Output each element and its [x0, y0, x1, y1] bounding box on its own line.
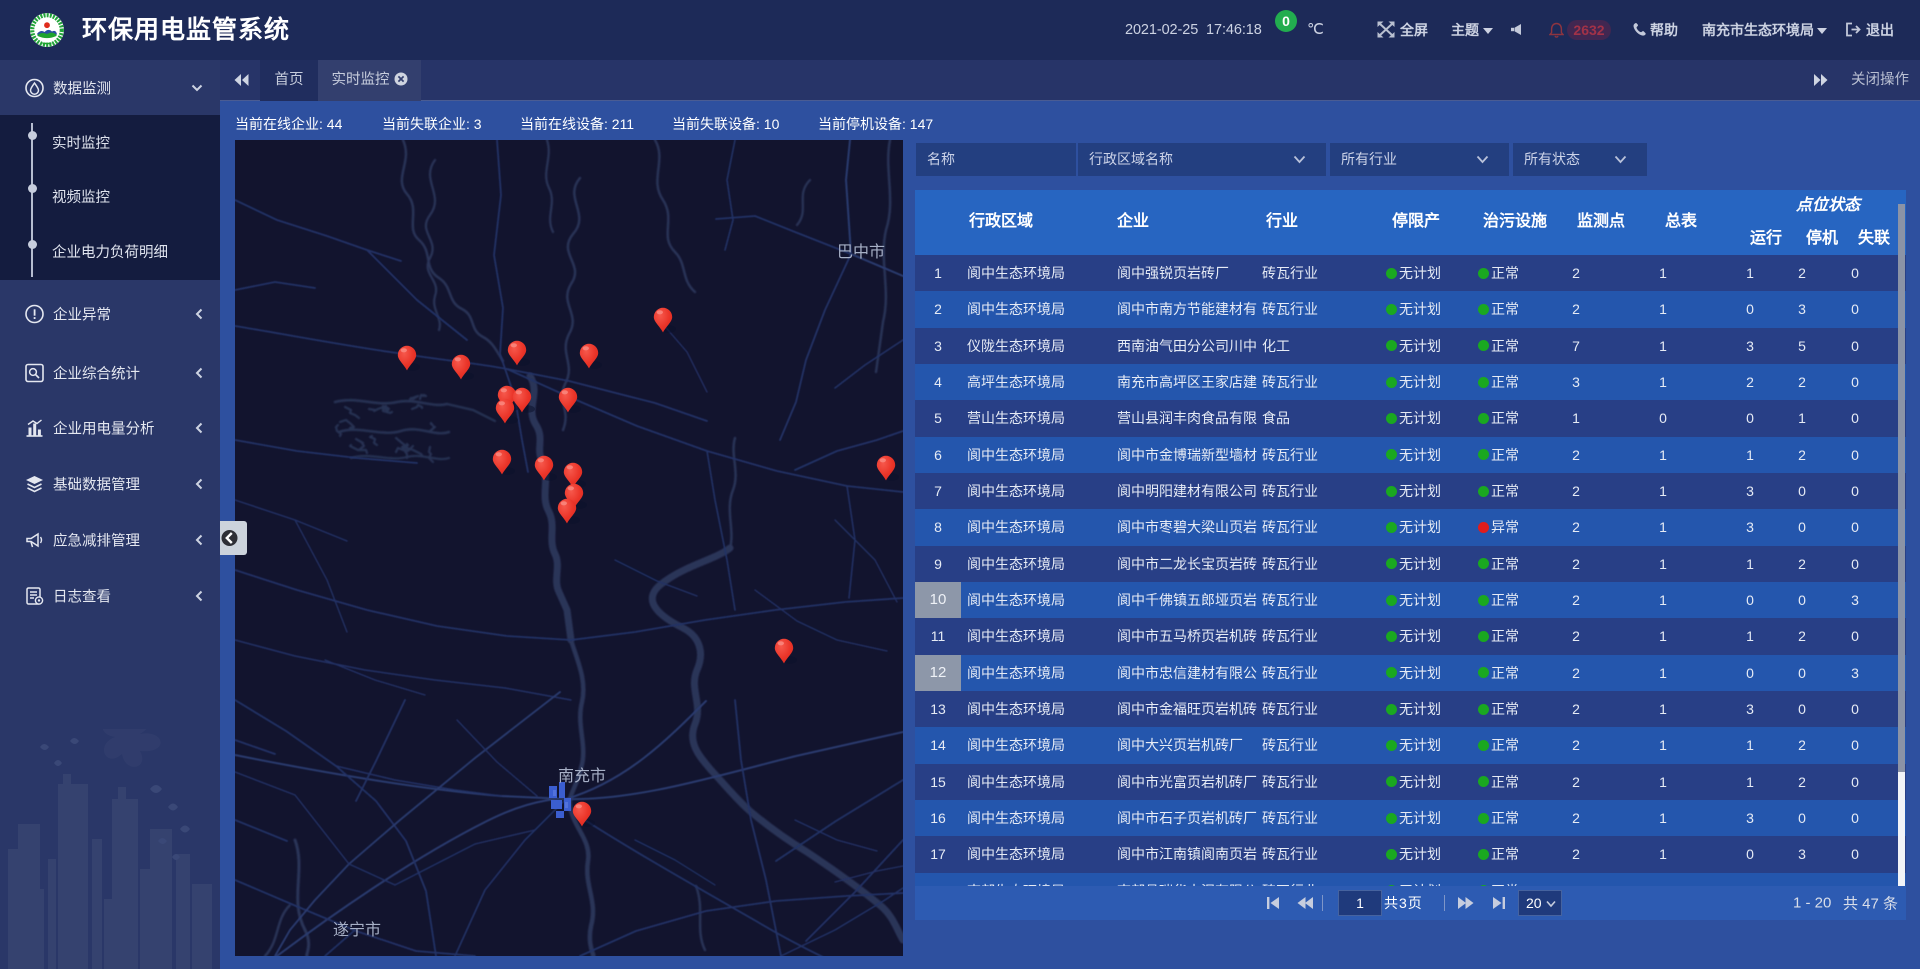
svg-text:遂宁市: 遂宁市: [333, 921, 381, 939]
svg-text:南充市: 南充市: [558, 767, 606, 785]
svg-text:巴中市: 巴中市: [837, 243, 885, 261]
